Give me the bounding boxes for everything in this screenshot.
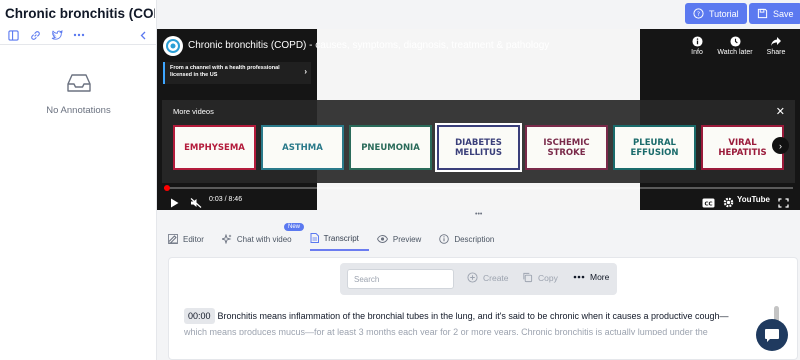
thumbnail-row: EMPHYSEMA ASTHMA PNEUMONIA DIABETES MELLITU… bbox=[173, 123, 784, 172]
captions-icon[interactable]: CC bbox=[702, 195, 715, 210]
more-videos-panel: More videos ✕ EMPHYSEMA ASTHMA PNEUMONIA DI… bbox=[162, 100, 795, 183]
transcript-line[interactable]: 00:00 Bronchitis means inflammation of th… bbox=[184, 308, 764, 324]
transcript-toolbar: Create Copy More bbox=[340, 263, 617, 295]
chat-bubble-icon bbox=[765, 328, 779, 342]
svg-text:CC: CC bbox=[704, 201, 712, 207]
share-icon bbox=[771, 37, 781, 46]
video-thumbnail[interactable]: EMPHYSEMA bbox=[173, 125, 256, 170]
annotations-panel: Chronic bronchitis (COPD) - c... No Anno… bbox=[0, 0, 157, 360]
more-horizontal-icon bbox=[573, 275, 585, 279]
edit-icon bbox=[168, 234, 178, 244]
time-display: 0:03 / 8:46 bbox=[209, 196, 243, 203]
create-label: Create bbox=[483, 272, 509, 283]
link-icon[interactable] bbox=[28, 28, 42, 42]
tab-editor-label: Editor bbox=[183, 234, 204, 244]
transcript-line-2: which means produces mucus—for at least … bbox=[184, 327, 708, 335]
tab-preview-label: Preview bbox=[392, 234, 422, 244]
timestamp-chip[interactable]: 00:00 bbox=[184, 308, 215, 324]
search-input[interactable] bbox=[347, 269, 454, 289]
save-icon bbox=[757, 8, 768, 19]
settings-gear-icon[interactable] bbox=[723, 195, 734, 210]
progress-bar[interactable] bbox=[164, 187, 793, 189]
video-thumbnail[interactable]: ASTHMA bbox=[261, 125, 344, 170]
sparkle-icon bbox=[221, 234, 232, 244]
more-options-icon[interactable] bbox=[72, 28, 86, 42]
health-notice-banner[interactable]: From a channel with a health professiona… bbox=[163, 62, 311, 84]
share-label: Share bbox=[766, 49, 786, 56]
video-thumbnail[interactable]: DIABETES MELLITUS bbox=[435, 123, 522, 172]
tab-editor[interactable]: Editor bbox=[168, 227, 214, 251]
copy-icon bbox=[523, 272, 533, 283]
player-controls: 0:03 / 8:46 CC YouTube bbox=[157, 191, 800, 210]
next-arrow-icon[interactable]: › bbox=[772, 137, 789, 154]
info-circle-icon bbox=[439, 234, 450, 244]
more-button[interactable]: More bbox=[573, 272, 609, 282]
tutorial-button[interactable]: ? Tutorial bbox=[685, 3, 747, 24]
chat-support-button[interactable] bbox=[756, 319, 788, 351]
mute-icon[interactable] bbox=[190, 195, 202, 210]
close-icon[interactable]: ✕ bbox=[776, 105, 785, 118]
resize-handle[interactable]: ••• bbox=[475, 211, 482, 218]
video-player[interactable]: Chronic bronchitis (COPD) - causes, symp… bbox=[157, 29, 800, 210]
tutorial-label: Tutorial bbox=[709, 8, 739, 19]
help-icon: ? bbox=[693, 8, 704, 19]
svg-text:?: ? bbox=[697, 10, 700, 18]
inbox-icon bbox=[66, 74, 91, 92]
video-title[interactable]: Chronic bronchitis (COPD) - causes, symp… bbox=[188, 40, 549, 51]
create-button[interactable]: Create bbox=[467, 272, 509, 283]
fullscreen-icon[interactable] bbox=[778, 195, 789, 210]
twitter-icon[interactable] bbox=[50, 28, 64, 42]
plus-circle-icon bbox=[467, 272, 478, 283]
tab-description[interactable]: Description bbox=[439, 227, 504, 251]
watch-later-label: Watch later bbox=[717, 49, 753, 56]
divider bbox=[0, 44, 157, 45]
collapse-panel-icon[interactable] bbox=[136, 28, 150, 42]
transcript-text: 00:00 Bronchitis means inflammation of th… bbox=[184, 308, 764, 335]
sidebar-toggle-icon[interactable] bbox=[6, 28, 20, 42]
tab-bar: Editor Chat with video Transcript Previe… bbox=[168, 223, 512, 251]
info-icon bbox=[691, 36, 703, 47]
tab-description-label: Description bbox=[454, 234, 495, 244]
save-label: Save bbox=[773, 8, 794, 19]
video-thumbnail[interactable]: PLEURAL EFFUSION bbox=[613, 125, 696, 170]
watch-later-button[interactable]: Watch later bbox=[715, 36, 755, 56]
video-thumbnail[interactable]: PNEUMONIA bbox=[349, 125, 432, 170]
tab-preview[interactable]: Preview bbox=[376, 227, 431, 251]
tab-transcript[interactable]: Transcript bbox=[309, 227, 369, 251]
video-thumbnail[interactable]: ISCHEMIC STROKE bbox=[525, 125, 608, 170]
copy-button[interactable]: Copy bbox=[522, 272, 558, 283]
share-button[interactable]: Share bbox=[756, 36, 796, 56]
copy-label: Copy bbox=[538, 272, 558, 283]
document-title: Chronic bronchitis (COPD) - c... bbox=[5, 6, 155, 21]
clock-icon bbox=[729, 36, 741, 47]
eye-icon bbox=[376, 235, 388, 243]
health-notice-text: From a channel with a health professiona… bbox=[170, 65, 280, 78]
channel-logo[interactable] bbox=[163, 36, 183, 56]
empty-state-text: No Annotations bbox=[46, 105, 111, 116]
play-icon[interactable] bbox=[170, 195, 179, 210]
tab-transcript-label: Transcript bbox=[323, 233, 359, 243]
new-badge: New bbox=[284, 223, 305, 231]
empty-state: No Annotations bbox=[0, 72, 157, 116]
transcript-line-1: Bronchitis means inflammation of the bro… bbox=[217, 311, 729, 321]
tab-chat-label: Chat with video bbox=[236, 234, 292, 244]
save-button[interactable]: Save bbox=[749, 3, 800, 24]
left-toolbar bbox=[6, 28, 86, 42]
info-button[interactable]: Info bbox=[677, 36, 717, 56]
more-label: More bbox=[590, 272, 610, 282]
chevron-right-icon: › bbox=[304, 67, 307, 76]
document-icon bbox=[310, 233, 319, 243]
more-videos-title: More videos bbox=[173, 107, 214, 116]
info-label: Info bbox=[691, 49, 703, 56]
youtube-logo[interactable]: YouTube bbox=[737, 195, 770, 204]
